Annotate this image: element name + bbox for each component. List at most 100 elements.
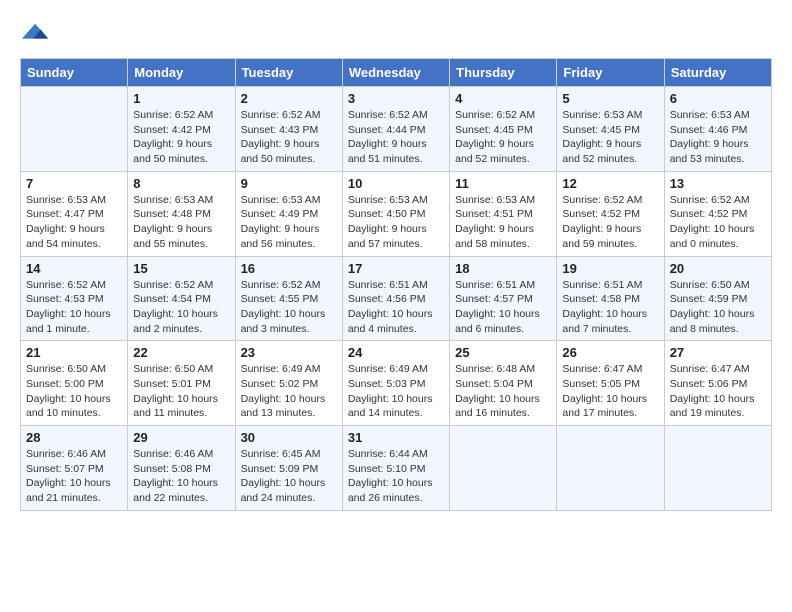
day-number: 6 — [670, 91, 766, 106]
day-number: 27 — [670, 345, 766, 360]
day-info: Sunrise: 6:52 AM Sunset: 4:52 PM Dayligh… — [670, 193, 766, 252]
day-cell: 9 Sunrise: 6:53 AM Sunset: 4:49 PM Daylig… — [235, 171, 342, 256]
day-number: 21 — [26, 345, 122, 360]
day-number: 28 — [26, 430, 122, 445]
day-info: Sunrise: 6:51 AM Sunset: 4:57 PM Dayligh… — [455, 278, 551, 337]
day-cell: 29 Sunrise: 6:46 AM Sunset: 5:08 PM Dayli… — [128, 426, 235, 511]
day-number: 24 — [348, 345, 444, 360]
day-number: 2 — [241, 91, 337, 106]
week-row-5: 28 Sunrise: 6:46 AM Sunset: 5:07 PM Dayli… — [21, 426, 772, 511]
weekday-header-saturday: Saturday — [664, 59, 771, 87]
day-info: Sunrise: 6:50 AM Sunset: 5:00 PM Dayligh… — [26, 362, 122, 421]
day-info: Sunrise: 6:53 AM Sunset: 4:49 PM Dayligh… — [241, 193, 337, 252]
weekday-header-row: SundayMondayTuesdayWednesdayThursdayFrid… — [21, 59, 772, 87]
day-cell — [450, 426, 557, 511]
day-info: Sunrise: 6:50 AM Sunset: 5:01 PM Dayligh… — [133, 362, 229, 421]
day-number: 4 — [455, 91, 551, 106]
day-info: Sunrise: 6:50 AM Sunset: 4:59 PM Dayligh… — [670, 278, 766, 337]
day-cell: 18 Sunrise: 6:51 AM Sunset: 4:57 PM Dayli… — [450, 256, 557, 341]
day-info: Sunrise: 6:49 AM Sunset: 5:02 PM Dayligh… — [241, 362, 337, 421]
day-number: 13 — [670, 176, 766, 191]
day-info: Sunrise: 6:53 AM Sunset: 4:47 PM Dayligh… — [26, 193, 122, 252]
day-info: Sunrise: 6:52 AM Sunset: 4:44 PM Dayligh… — [348, 108, 444, 167]
day-number: 17 — [348, 261, 444, 276]
day-cell: 28 Sunrise: 6:46 AM Sunset: 5:07 PM Dayli… — [21, 426, 128, 511]
day-info: Sunrise: 6:46 AM Sunset: 5:08 PM Dayligh… — [133, 447, 229, 506]
day-number: 1 — [133, 91, 229, 106]
day-number: 20 — [670, 261, 766, 276]
day-cell: 15 Sunrise: 6:52 AM Sunset: 4:54 PM Dayli… — [128, 256, 235, 341]
day-cell: 8Sunrise: 6:53 AM Sunset: 4:48 PM Daylig… — [128, 171, 235, 256]
day-cell: 12 Sunrise: 6:52 AM Sunset: 4:52 PM Dayli… — [557, 171, 664, 256]
day-cell: 1Sunrise: 6:52 AM Sunset: 4:42 PM Daylig… — [128, 87, 235, 172]
day-info: Sunrise: 6:51 AM Sunset: 4:56 PM Dayligh… — [348, 278, 444, 337]
day-number: 22 — [133, 345, 229, 360]
day-cell: 2 Sunrise: 6:52 AM Sunset: 4:43 PM Daylig… — [235, 87, 342, 172]
day-info: Sunrise: 6:46 AM Sunset: 5:07 PM Dayligh… — [26, 447, 122, 506]
day-number: 12 — [562, 176, 658, 191]
day-number: 26 — [562, 345, 658, 360]
day-number: 18 — [455, 261, 551, 276]
weekday-header-thursday: Thursday — [450, 59, 557, 87]
day-cell: 23 Sunrise: 6:49 AM Sunset: 5:02 PM Dayli… — [235, 341, 342, 426]
logo — [20, 20, 50, 48]
weekday-header-sunday: Sunday — [21, 59, 128, 87]
week-row-2: 7 Sunrise: 6:53 AM Sunset: 4:47 PM Daylig… — [21, 171, 772, 256]
day-number: 29 — [133, 430, 229, 445]
weekday-header-wednesday: Wednesday — [342, 59, 449, 87]
day-cell — [557, 426, 664, 511]
day-info: Sunrise: 6:53 AM Sunset: 4:46 PM Dayligh… — [670, 108, 766, 167]
day-info: Sunrise: 6:53 AM Sunset: 4:45 PM Dayligh… — [562, 108, 658, 167]
day-cell — [21, 87, 128, 172]
day-cell: 6 Sunrise: 6:53 AM Sunset: 4:46 PM Daylig… — [664, 87, 771, 172]
weekday-header-tuesday: Tuesday — [235, 59, 342, 87]
day-number: 19 — [562, 261, 658, 276]
day-number: 11 — [455, 176, 551, 191]
day-info: Sunrise: 6:52 AM Sunset: 4:53 PM Dayligh… — [26, 278, 122, 337]
day-cell: 13 Sunrise: 6:52 AM Sunset: 4:52 PM Dayli… — [664, 171, 771, 256]
day-info: Sunrise: 6:51 AM Sunset: 4:58 PM Dayligh… — [562, 278, 658, 337]
day-info: Sunrise: 6:52 AM Sunset: 4:55 PM Dayligh… — [241, 278, 337, 337]
day-info: Sunrise: 6:52 AM Sunset: 4:43 PM Dayligh… — [241, 108, 337, 167]
day-number: 30 — [241, 430, 337, 445]
day-number: 25 — [455, 345, 551, 360]
day-info: Sunrise: 6:44 AM Sunset: 5:10 PM Dayligh… — [348, 447, 444, 506]
header — [20, 20, 772, 48]
calendar-table: SundayMondayTuesdayWednesdayThursdayFrid… — [20, 58, 772, 511]
day-number: 7 — [26, 176, 122, 191]
day-number: 3 — [348, 91, 444, 106]
day-cell: 20 Sunrise: 6:50 AM Sunset: 4:59 PM Dayli… — [664, 256, 771, 341]
day-info: Sunrise: 6:45 AM Sunset: 5:09 PM Dayligh… — [241, 447, 337, 506]
day-number: 16 — [241, 261, 337, 276]
day-number: 8 — [133, 176, 229, 191]
day-info: Sunrise: 6:47 AM Sunset: 5:06 PM Dayligh… — [670, 362, 766, 421]
day-cell: 24 Sunrise: 6:49 AM Sunset: 5:03 PM Dayli… — [342, 341, 449, 426]
day-number: 5 — [562, 91, 658, 106]
day-number: 10 — [348, 176, 444, 191]
day-number: 9 — [241, 176, 337, 191]
day-cell: 16 Sunrise: 6:52 AM Sunset: 4:55 PM Dayli… — [235, 256, 342, 341]
weekday-header-friday: Friday — [557, 59, 664, 87]
week-row-1: 1Sunrise: 6:52 AM Sunset: 4:42 PM Daylig… — [21, 87, 772, 172]
day-cell: 21 Sunrise: 6:50 AM Sunset: 5:00 PM Dayli… — [21, 341, 128, 426]
day-number: 23 — [241, 345, 337, 360]
day-info: Sunrise: 6:49 AM Sunset: 5:03 PM Dayligh… — [348, 362, 444, 421]
week-row-3: 14 Sunrise: 6:52 AM Sunset: 4:53 PM Dayli… — [21, 256, 772, 341]
day-cell: 25 Sunrise: 6:48 AM Sunset: 5:04 PM Dayli… — [450, 341, 557, 426]
day-cell: 10Sunrise: 6:53 AM Sunset: 4:50 PM Dayli… — [342, 171, 449, 256]
weekday-header-monday: Monday — [128, 59, 235, 87]
day-info: Sunrise: 6:52 AM Sunset: 4:54 PM Dayligh… — [133, 278, 229, 337]
day-number: 15 — [133, 261, 229, 276]
week-row-4: 21 Sunrise: 6:50 AM Sunset: 5:00 PM Dayli… — [21, 341, 772, 426]
day-number: 14 — [26, 261, 122, 276]
day-cell: 5 Sunrise: 6:53 AM Sunset: 4:45 PM Daylig… — [557, 87, 664, 172]
day-cell: 3 Sunrise: 6:52 AM Sunset: 4:44 PM Daylig… — [342, 87, 449, 172]
day-cell: 7 Sunrise: 6:53 AM Sunset: 4:47 PM Daylig… — [21, 171, 128, 256]
day-cell — [664, 426, 771, 511]
day-info: Sunrise: 6:48 AM Sunset: 5:04 PM Dayligh… — [455, 362, 551, 421]
day-cell: 31Sunrise: 6:44 AM Sunset: 5:10 PM Dayli… — [342, 426, 449, 511]
day-cell: 4Sunrise: 6:52 AM Sunset: 4:45 PM Daylig… — [450, 87, 557, 172]
day-cell: 30 Sunrise: 6:45 AM Sunset: 5:09 PM Dayli… — [235, 426, 342, 511]
logo-icon — [22, 20, 50, 48]
day-info: Sunrise: 6:52 AM Sunset: 4:52 PM Dayligh… — [562, 193, 658, 252]
